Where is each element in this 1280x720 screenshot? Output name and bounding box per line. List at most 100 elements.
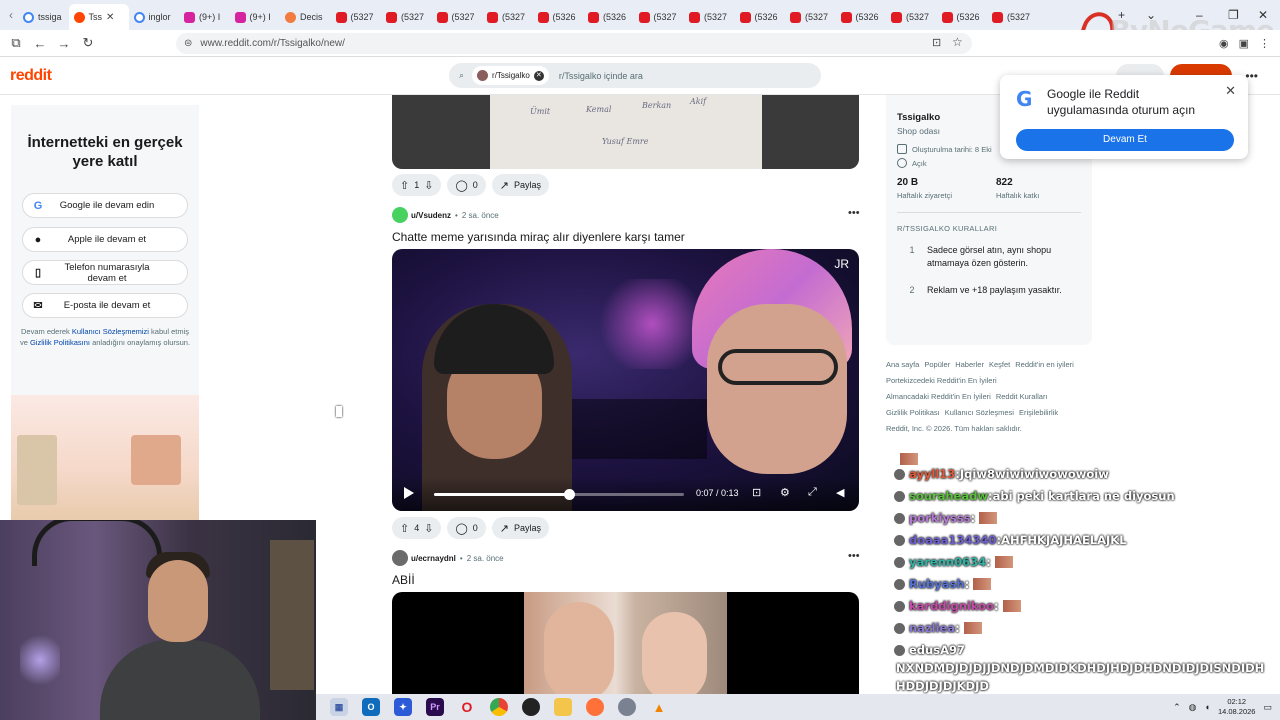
browser-tab[interactable]: (5326 — [583, 4, 634, 30]
footer-link[interactable]: Portekizcedeki Reddit'in En İyileri — [886, 376, 997, 385]
footer-link[interactable]: Almancadaki Reddit'in En İyileri — [886, 392, 991, 401]
browser-tab[interactable]: (5327 — [331, 4, 382, 30]
video-progress-bar[interactable] — [434, 489, 684, 500]
firefox-icon[interactable] — [586, 698, 604, 716]
profile-icon[interactable]: ◉ — [1219, 37, 1229, 50]
footer-link[interactable]: Popüler — [924, 360, 950, 369]
post-options-icon[interactable]: ••• — [848, 550, 860, 562]
rule-item[interactable]: 1 Sadece görsel atın, aynı shopu atmamay… — [897, 244, 1087, 270]
subreddit-chip[interactable]: r/Tssigalko ✕ — [472, 66, 549, 85]
footer-link[interactable]: Reddit'in en iyileri — [1015, 360, 1074, 369]
vlc-icon[interactable]: ▲ — [650, 698, 668, 716]
browser-tab[interactable]: tssiga — [18, 4, 69, 30]
user-avatar[interactable] — [392, 550, 408, 566]
post-image[interactable]: Ümit Kemal Berkan Akif Yusuf Emre — [392, 95, 859, 169]
menu-icon[interactable]: ⋮ — [1259, 37, 1270, 50]
chip-remove-icon[interactable]: ✕ — [533, 70, 544, 81]
browser-tab[interactable]: (5327 — [634, 4, 685, 30]
browser-tab[interactable]: Decis — [280, 4, 331, 30]
app-icon[interactable]: ✦ — [394, 698, 412, 716]
browser-tab[interactable]: (5327 — [886, 4, 937, 30]
apple-continue-button[interactable]: ● Apple ile devam et — [22, 227, 188, 252]
post-author[interactable]: u/Vsudenz — [411, 211, 451, 220]
continue-button[interactable]: Devam Et — [1016, 129, 1234, 151]
video-player[interactable]: JR 0:07 / 0:13 ⊡ ⚙ ⤢ ◀ — [392, 249, 859, 511]
browser-tab[interactable]: (5326 — [735, 4, 786, 30]
footer-link[interactable]: Kullanıcı Sözleşmesi — [945, 408, 1014, 417]
browser-tab[interactable]: Tss ✕ — [68, 4, 129, 30]
post-title[interactable]: Chatte meme yarısında miraç alır diyenle… — [392, 230, 685, 244]
comments-button[interactable]: ◯ 0 — [447, 517, 486, 539]
footer-link[interactable]: Keşfet — [989, 360, 1010, 369]
footer-link[interactable]: Erişilebilirlik — [1019, 408, 1058, 417]
reddit-logo[interactable]: reddit — [10, 67, 52, 85]
browser-tab[interactable]: (9+) I — [230, 4, 281, 30]
browser-tab[interactable]: (9+) I — [179, 4, 230, 30]
video-progress-handle[interactable] — [564, 489, 575, 500]
browser-tab[interactable]: (5327 — [785, 4, 836, 30]
upvote-icon[interactable]: ⇧ — [400, 179, 409, 192]
close-icon[interactable]: ✕ — [1225, 83, 1236, 99]
app2-icon[interactable] — [618, 698, 636, 716]
notification-icon[interactable]: ▭ — [1263, 702, 1272, 713]
search-bar[interactable]: ⌕ r/Tssigalko ✕ r/Tssigalko içinde ara — [449, 63, 821, 88]
play-icon[interactable] — [404, 487, 414, 499]
browser-tab[interactable]: (5326 — [836, 4, 887, 30]
post-author[interactable]: u/ecrnaydnl — [411, 554, 456, 563]
url-field[interactable]: ⊜ www.reddit.com/r/Tssigalko/new/ — [176, 33, 972, 54]
post-video[interactable] — [392, 592, 859, 702]
search-placeholder[interactable]: r/Tssigalko içinde ara — [559, 71, 643, 81]
browser-tab[interactable]: (5327 — [987, 4, 1038, 30]
browser-tab[interactable]: (5326 — [937, 4, 988, 30]
footer-link[interactable]: Haberler — [955, 360, 984, 369]
opera-icon[interactable]: O — [458, 698, 476, 716]
post-options-icon[interactable]: ••• — [848, 207, 860, 219]
network-icon[interactable]: ◍ — [1189, 702, 1197, 713]
extension-icon[interactable]: ▣ — [1239, 37, 1249, 50]
upvote-icon[interactable]: ⇧ — [400, 522, 409, 535]
footer-link[interactable]: Ana sayfa — [886, 360, 919, 369]
footer-link[interactable]: Reddit Kuralları — [996, 392, 1048, 401]
volume-icon[interactable]: ◀ — [836, 486, 844, 499]
reload-icon[interactable]: ↻ — [76, 35, 100, 51]
outlook-icon[interactable]: O — [362, 698, 380, 716]
browser-tab[interactable]: inglor — [129, 4, 180, 30]
clock[interactable]: 02:12 14.08.2026 — [1218, 697, 1256, 717]
tab-actions-icon[interactable]: ⧉ — [4, 35, 28, 51]
downvote-icon[interactable]: ⇩ — [424, 179, 433, 192]
forward-icon[interactable]: → — [52, 36, 76, 51]
privacy-policy-link[interactable]: Gizlilik Politikasını — [30, 338, 90, 347]
obs-icon[interactable] — [522, 698, 540, 716]
tab-search-icon[interactable]: ‹ — [4, 0, 18, 30]
post-title[interactable]: ABİİ — [392, 573, 415, 587]
share-button[interactable]: ↗ Paylaş — [491, 517, 550, 539]
start-icon[interactable]: ▦ — [330, 698, 348, 716]
rule-item[interactable]: 2 Reklam ve +18 paylaşım yasaktır. — [897, 284, 1087, 297]
close-tab-icon[interactable]: ✕ — [106, 12, 114, 23]
volume-tray-icon[interactable]: ◖ — [1205, 702, 1210, 712]
browser-tab[interactable]: (5327 — [684, 4, 735, 30]
browser-tab[interactable]: (5327 — [482, 4, 533, 30]
fullscreen-icon[interactable]: ⤢ — [808, 486, 817, 499]
back-icon[interactable]: ← — [28, 36, 52, 51]
tray-chevron-icon[interactable]: ⌃ — [1173, 702, 1181, 713]
premiere-icon[interactable]: Pr — [426, 698, 444, 716]
email-continue-button[interactable]: ✉ E-posta ile devam et — [22, 293, 188, 318]
downvote-icon[interactable]: ⇩ — [424, 522, 433, 535]
bookmark-star-icon[interactable]: ☆ — [952, 35, 963, 49]
site-info-icon[interactable]: ⊜ — [184, 38, 192, 49]
footer-link[interactable]: Gizlilik Politikası — [886, 408, 940, 417]
settings-gear-icon[interactable]: ⚙ — [780, 486, 790, 499]
user-avatar[interactable] — [392, 207, 408, 223]
comments-button[interactable]: ◯ 0 — [447, 174, 486, 196]
user-agreement-link[interactable]: Kullanıcı Sözleşmemizi — [72, 327, 149, 336]
google-continue-button[interactable]: G Google ile devam edin — [22, 193, 188, 218]
browser-tab[interactable]: (5326 — [533, 4, 584, 30]
phone-continue-button[interactable]: ▯ Telefon numarasıyla devam et — [22, 260, 188, 285]
browser-tab[interactable]: (5327 — [381, 4, 432, 30]
browser-tab[interactable]: (5327 — [432, 4, 483, 30]
files-icon[interactable] — [554, 698, 572, 716]
chrome-icon[interactable] — [490, 698, 508, 716]
captions-icon[interactable]: ⊡ — [752, 486, 761, 499]
share-button[interactable]: ↗ Paylaş — [491, 174, 550, 196]
